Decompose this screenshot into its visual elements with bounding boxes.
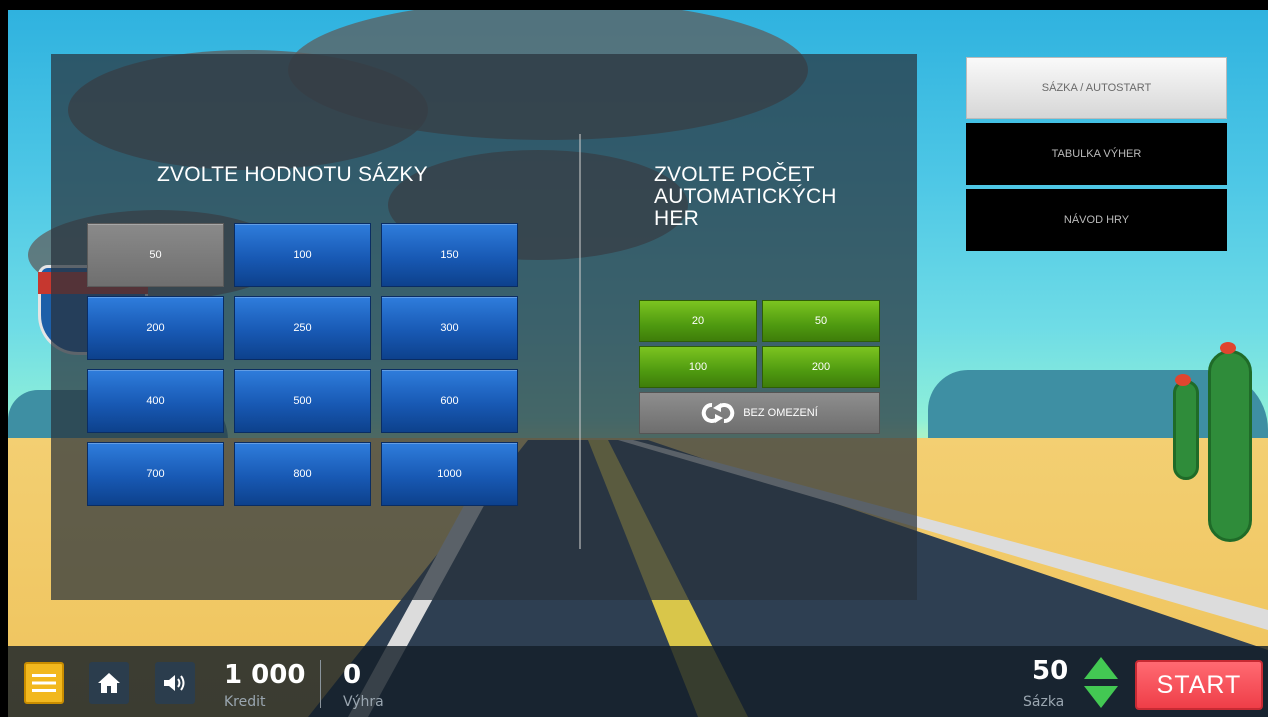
bet-option-button[interactable]: 400 <box>87 369 224 433</box>
home-button[interactable] <box>89 662 129 704</box>
arrow-up-icon[interactable] <box>1084 657 1118 679</box>
sound-button[interactable] <box>155 662 195 704</box>
cactus-flower <box>1220 342 1236 354</box>
arrow-down-icon[interactable] <box>1084 686 1118 708</box>
home-icon <box>98 673 120 693</box>
bet-option-button[interactable]: 300 <box>381 296 518 360</box>
panel-divider <box>579 134 581 549</box>
win-value: 0 <box>343 660 362 690</box>
bet-options-grid: 50 100 150 200 250 300 400 500 600 700 8… <box>87 223 518 506</box>
bet-label: Sázka <box>1023 694 1065 710</box>
credit-value: 1 000 <box>224 660 306 690</box>
menu-icon <box>32 674 56 692</box>
bet-option-button[interactable]: 200 <box>87 296 224 360</box>
bottom-bar: 1 000 Kredit 0 Výhra 50 Sázka START <box>8 646 1268 717</box>
menu-item-paytable[interactable]: TABULKA VÝHER <box>966 123 1227 185</box>
menu-button[interactable] <box>24 662 64 704</box>
autoplay-option-button[interactable]: 100 <box>639 346 757 388</box>
credit-label: Kredit <box>224 694 266 710</box>
speaker-icon <box>164 675 185 691</box>
bet-option-button[interactable]: 600 <box>381 369 518 433</box>
bet-option-button[interactable]: 50 <box>87 223 224 287</box>
bet-option-button[interactable]: 1000 <box>381 442 518 506</box>
autoplay-heading: ZVOLTE POČET AUTOMATICKÝCH HER <box>654 163 837 230</box>
autoplay-option-button[interactable]: 20 <box>639 300 757 342</box>
side-menu: SÁZKA / AUTOSTART TABULKA VÝHER NÁVOD HR… <box>966 57 1227 255</box>
menu-item-bet-autostart[interactable]: SÁZKA / AUTOSTART <box>966 57 1227 119</box>
unlimited-label: BEZ OMEZENÍ <box>743 407 818 419</box>
bet-option-button[interactable]: 800 <box>234 442 371 506</box>
bet-option-button[interactable]: 150 <box>381 223 518 287</box>
autoplay-option-button[interactable]: 50 <box>762 300 880 342</box>
win-label: Výhra <box>343 694 384 710</box>
autoplay-options-grid: 20 50 100 200 <box>639 300 880 388</box>
bet-heading: ZVOLTE HODNOTU SÁZKY <box>157 163 428 186</box>
settings-panel: ZVOLTE HODNOTU SÁZKY 50 100 150 200 250 … <box>51 54 917 600</box>
cactus-flower <box>1175 374 1191 386</box>
bet-option-button[interactable]: 100 <box>234 223 371 287</box>
bet-option-button[interactable]: 250 <box>234 296 371 360</box>
bar-separator <box>320 660 321 708</box>
start-button[interactable]: START <box>1135 660 1263 710</box>
cactus <box>1208 350 1252 542</box>
menu-item-game-rules[interactable]: NÁVOD HRY <box>966 189 1227 251</box>
unlimited-autoplay-button[interactable]: BEZ OMEZENÍ <box>639 392 880 434</box>
cactus-arm <box>1173 380 1199 480</box>
repeat-icon <box>702 402 735 424</box>
bet-option-button[interactable]: 500 <box>234 369 371 433</box>
bet-value: 50 <box>1032 656 1069 686</box>
autoplay-option-button[interactable]: 200 <box>762 346 880 388</box>
bet-option-button[interactable]: 700 <box>87 442 224 506</box>
